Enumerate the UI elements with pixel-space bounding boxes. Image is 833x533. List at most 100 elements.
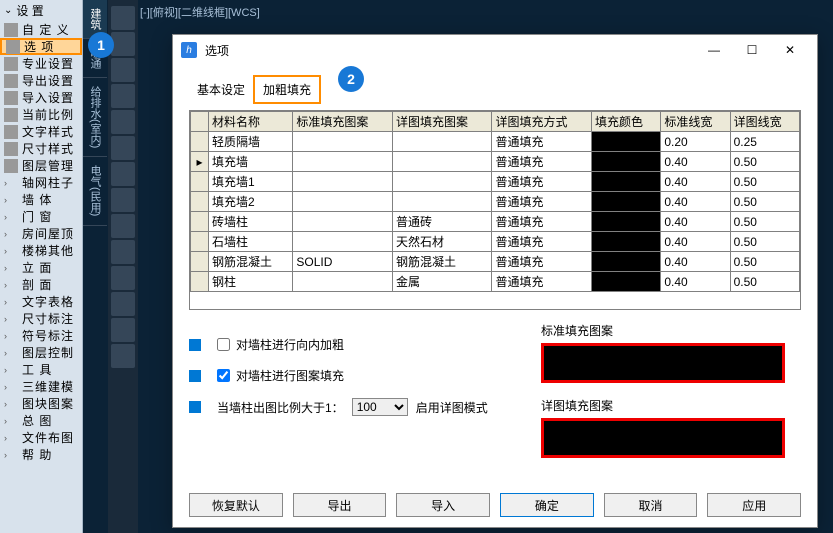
- cell-det[interactable]: [392, 152, 492, 172]
- cell-det[interactable]: [392, 132, 492, 152]
- cell-mode[interactable]: 普通填充: [492, 172, 592, 192]
- cell-w2[interactable]: 0.50: [730, 272, 799, 292]
- restore-defaults-button[interactable]: 恢复默认: [189, 493, 283, 517]
- sidebar-group[interactable]: ›总 图: [0, 412, 82, 429]
- sidebar-header[interactable]: ⌄ 设 置: [0, 0, 82, 21]
- cell-std[interactable]: [293, 232, 393, 252]
- tool-button[interactable]: [111, 266, 135, 290]
- cell-color[interactable]: 256: [592, 192, 661, 212]
- sidebar-item[interactable]: 尺寸样式: [0, 140, 82, 157]
- sidebar-item[interactable]: 图层管理: [0, 157, 82, 174]
- table-row[interactable]: 石墙柱天然石材普通填充2560.400.50: [191, 232, 800, 252]
- table-row[interactable]: 填充墙1 普通填充2560.400.50: [191, 172, 800, 192]
- cell-std[interactable]: [293, 132, 393, 152]
- table-row[interactable]: 填充墙2普通填充2560.400.50: [191, 192, 800, 212]
- cell-name[interactable]: 石墙柱: [209, 232, 293, 252]
- cell-det[interactable]: [392, 172, 492, 192]
- cell-color[interactable]: 256: [592, 272, 661, 292]
- ok-button[interactable]: 确定: [500, 493, 594, 517]
- cell-mode[interactable]: 普通填充: [492, 212, 592, 232]
- cell-det[interactable]: 天然石材: [392, 232, 492, 252]
- column-header[interactable]: 详图填充图案: [392, 112, 492, 132]
- tool-button[interactable]: [111, 58, 135, 82]
- cell-name[interactable]: 钢柱: [209, 272, 293, 292]
- sidebar-group[interactable]: ›工 具: [0, 361, 82, 378]
- cell-color[interactable]: 256: [592, 232, 661, 252]
- cell-color[interactable]: 256: [592, 172, 661, 192]
- sidebar-group[interactable]: ›符号标注: [0, 327, 82, 344]
- tool-button[interactable]: [111, 162, 135, 186]
- cell-mode[interactable]: 普通填充: [492, 252, 592, 272]
- tool-button[interactable]: [111, 344, 135, 368]
- cell-w1[interactable]: 0.40: [661, 192, 730, 212]
- import-button[interactable]: 导入: [396, 493, 490, 517]
- scale-select[interactable]: 100: [352, 398, 408, 416]
- maximize-button[interactable]: ☐: [733, 36, 771, 64]
- cell-color[interactable]: 256: [592, 132, 661, 152]
- cell-std[interactable]: [293, 212, 393, 232]
- material-table[interactable]: 材料名称标准填充图案详图填充图案详图填充方式填充颜色标准线宽详图线宽 轻质隔墙普…: [189, 110, 801, 310]
- cell-w2[interactable]: 0.50: [730, 252, 799, 272]
- vertical-tab[interactable]: 电气(民用): [83, 157, 107, 225]
- cell-std[interactable]: SOLID: [293, 252, 393, 272]
- sidebar-item[interactable]: 导出设置: [0, 72, 82, 89]
- cell-det[interactable]: 普通砖: [392, 212, 492, 232]
- tool-button[interactable]: [111, 318, 135, 342]
- cell-name[interactable]: 填充墙: [209, 152, 293, 172]
- cell-std[interactable]: [293, 172, 393, 192]
- sidebar-group[interactable]: ›尺寸标注: [0, 310, 82, 327]
- column-header[interactable]: 填充颜色: [592, 112, 661, 132]
- table-row[interactable]: 钢柱金属普通填充2560.400.50: [191, 272, 800, 292]
- sidebar-item[interactable]: 导入设置: [0, 89, 82, 106]
- cell-w2[interactable]: 0.50: [730, 172, 799, 192]
- inner-bold-label[interactable]: 对墙柱进行向内加粗: [236, 336, 344, 353]
- cell-std[interactable]: [293, 152, 393, 172]
- sidebar-item[interactable]: 文字样式: [0, 123, 82, 140]
- tool-button[interactable]: [111, 214, 135, 238]
- cell-det[interactable]: [392, 192, 492, 212]
- cell-w1[interactable]: 0.40: [661, 212, 730, 232]
- cell-mode[interactable]: 普通填充: [492, 232, 592, 252]
- tool-button[interactable]: [111, 32, 135, 56]
- table-row[interactable]: 砖墙柱普通砖普通填充2560.400.50: [191, 212, 800, 232]
- cell-name[interactable]: 轻质隔墙: [209, 132, 293, 152]
- cell-w2[interactable]: 0.50: [730, 192, 799, 212]
- cell-name[interactable]: 填充墙1: [209, 172, 293, 192]
- minimize-button[interactable]: —: [695, 36, 733, 64]
- tool-button[interactable]: [111, 110, 135, 134]
- inner-bold-checkbox[interactable]: [217, 338, 230, 351]
- tool-button[interactable]: [111, 6, 135, 30]
- cell-w1[interactable]: 0.40: [661, 252, 730, 272]
- tab-basic[interactable]: 基本设定: [189, 77, 253, 102]
- column-header[interactable]: 标准线宽: [661, 112, 730, 132]
- pattern-fill-checkbox[interactable]: [217, 369, 230, 382]
- table-row[interactable]: 轻质隔墙普通填充2560.200.25: [191, 132, 800, 152]
- tool-button[interactable]: [111, 188, 135, 212]
- sidebar-group[interactable]: ›门 窗: [0, 208, 82, 225]
- close-button[interactable]: ✕: [771, 36, 809, 64]
- std-preview-box[interactable]: [541, 343, 785, 383]
- sidebar-item[interactable]: 专业设置: [0, 55, 82, 72]
- table-row[interactable]: ▸填充墙普通填充2560.400.50: [191, 152, 800, 172]
- cell-w1[interactable]: 0.40: [661, 172, 730, 192]
- tab-bold-fill[interactable]: 加粗填充: [253, 75, 321, 104]
- apply-button[interactable]: 应用: [707, 493, 801, 517]
- sidebar-group[interactable]: ›墙 体: [0, 191, 82, 208]
- sidebar-group[interactable]: ›图块图案: [0, 395, 82, 412]
- cell-det[interactable]: 金属: [392, 272, 492, 292]
- tool-button[interactable]: [111, 292, 135, 316]
- vertical-tab[interactable]: 给排水(室内): [83, 78, 107, 157]
- cell-w2[interactable]: 0.50: [730, 232, 799, 252]
- cell-w2[interactable]: 0.25: [730, 132, 799, 152]
- cell-std[interactable]: [293, 272, 393, 292]
- cell-color[interactable]: 256: [592, 152, 661, 172]
- sidebar-group[interactable]: ›文字表格: [0, 293, 82, 310]
- column-header[interactable]: 材料名称: [209, 112, 293, 132]
- sidebar-item[interactable]: 选 项: [0, 38, 82, 55]
- cell-w1[interactable]: 0.40: [661, 272, 730, 292]
- export-button[interactable]: 导出: [293, 493, 387, 517]
- cell-w2[interactable]: 0.50: [730, 152, 799, 172]
- table-row[interactable]: 钢筋混凝土SOLID钢筋混凝土普通填充2560.400.50: [191, 252, 800, 272]
- sidebar-group[interactable]: ›楼梯其他: [0, 242, 82, 259]
- cell-name[interactable]: 砖墙柱: [209, 212, 293, 232]
